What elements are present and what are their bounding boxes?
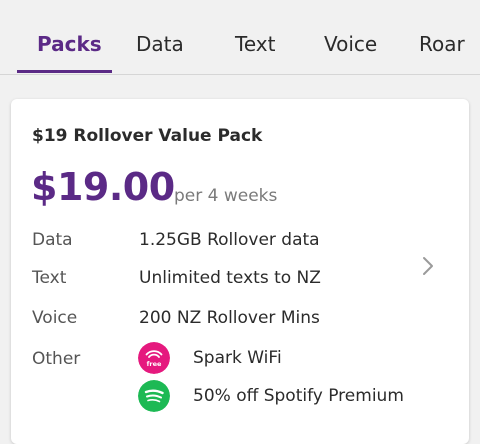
row-label-voice: Voice	[32, 308, 78, 328]
pack-price: $19.00	[31, 165, 175, 209]
tab-voice[interactable]: Voice	[324, 32, 377, 56]
chevron-right-icon[interactable]	[416, 254, 440, 278]
tab-packs[interactable]: Packs	[37, 32, 102, 56]
tab-text[interactable]: Text	[235, 32, 275, 56]
active-tab-indicator	[17, 70, 112, 73]
price-period: per 4 weeks	[174, 186, 278, 206]
spotify-icon	[138, 380, 170, 412]
pack-title: $19 Rollover Value Pack	[32, 126, 263, 146]
tab-bar: Packs Data Text Voice Roar	[0, 0, 480, 76]
svg-text:free: free	[147, 360, 162, 368]
row-label-text: Text	[32, 268, 67, 288]
row-label-other: Other	[32, 349, 81, 369]
pack-card[interactable]: $19 Rollover Value Pack $19.00 per 4 wee…	[11, 99, 469, 444]
row-value-text: Unlimited texts to NZ	[139, 268, 321, 288]
extra-label-spark-wifi: Spark WiFi	[193, 348, 282, 368]
spark-wifi-icon: free	[138, 342, 170, 374]
tab-data[interactable]: Data	[136, 32, 184, 56]
tab-roar[interactable]: Roar	[419, 32, 465, 56]
row-value-data: 1.25GB Rollover data	[139, 230, 320, 250]
tab-divider	[0, 74, 480, 75]
extra-label-spotify: 50% off Spotify Premium	[193, 386, 404, 406]
row-value-voice: 200 NZ Rollover Mins	[139, 308, 320, 328]
row-label-data: Data	[32, 230, 73, 250]
